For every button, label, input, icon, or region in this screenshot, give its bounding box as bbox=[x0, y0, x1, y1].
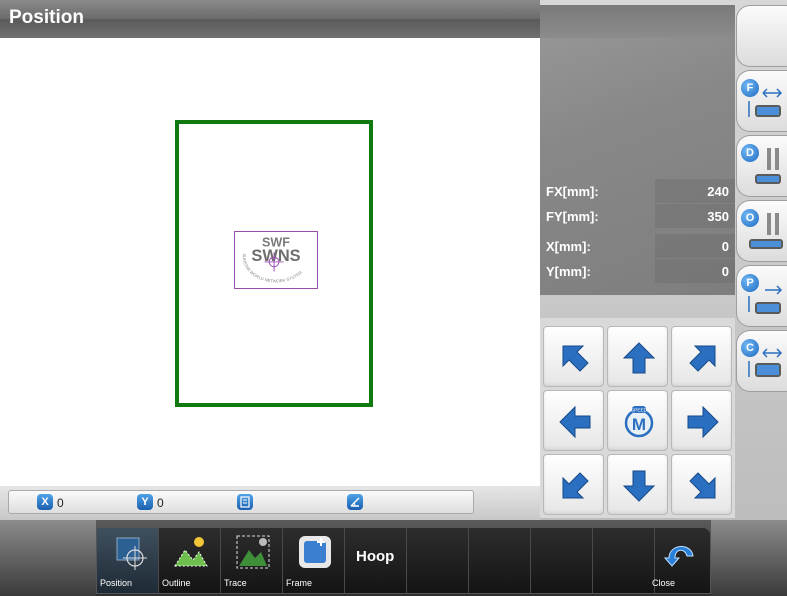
hoop-button[interactable]: Hoop bbox=[345, 528, 407, 593]
hoop-label: Hoop bbox=[356, 548, 395, 565]
move-down-button[interactable] bbox=[607, 454, 668, 515]
info-value: 350 bbox=[707, 209, 729, 224]
tool-badge: F bbox=[741, 79, 759, 97]
y-axis-icon: Y bbox=[137, 494, 153, 510]
page-title: Position bbox=[9, 7, 84, 28]
info-label: Y[mm]: bbox=[546, 264, 591, 279]
tool-frame-move-button[interactable]: F bbox=[736, 70, 787, 132]
tool-origin-button[interactable]: O bbox=[736, 200, 787, 262]
empty-slot-1[interactable] bbox=[407, 528, 469, 593]
empty-slot-4[interactable] bbox=[593, 528, 655, 593]
speed-center-letter: M bbox=[632, 415, 646, 434]
position-crosshair-icon bbox=[116, 537, 147, 570]
coordinate-bar: X 0 Y 0 bbox=[8, 490, 474, 514]
bottom-toolbar-area: Position Outline Trace Frame Hoop Close bbox=[0, 520, 787, 596]
design-preview[interactable]: SWF SWNS SUNSTAR WORLD NETWORK SYSTEM bbox=[234, 231, 318, 289]
tool-badge: C bbox=[741, 339, 759, 357]
info-label: FX[mm]: bbox=[546, 184, 599, 199]
frame-icon bbox=[299, 536, 331, 568]
arrow-down-left-icon bbox=[562, 472, 589, 499]
info-row-x: X[mm]: 0 bbox=[540, 234, 735, 258]
close-button[interactable]: Close bbox=[649, 528, 711, 593]
outline-label: Outline bbox=[162, 578, 191, 588]
arrow-down-icon bbox=[622, 470, 656, 502]
toolbar-left-cap bbox=[0, 520, 96, 596]
info-label: X[mm]: bbox=[546, 239, 591, 254]
speed-icon: M SPEED bbox=[624, 406, 654, 438]
move-down-right-button[interactable] bbox=[671, 454, 732, 515]
title-bar: Position bbox=[0, 0, 540, 38]
info-label: FY[mm]: bbox=[546, 209, 599, 224]
empty-slot-3[interactable] bbox=[531, 528, 593, 593]
x-coordinate-value: 0 bbox=[57, 496, 64, 510]
arrow-left-icon bbox=[559, 405, 591, 439]
y-coordinate-value: 0 bbox=[157, 496, 164, 510]
arrow-up-icon bbox=[622, 342, 656, 374]
move-up-left-button[interactable] bbox=[543, 326, 604, 387]
close-label: Close bbox=[652, 578, 676, 588]
arrow-up-right-icon bbox=[689, 345, 716, 372]
direction-pad: M SPEED bbox=[540, 318, 735, 518]
frame-label: Frame bbox=[286, 578, 313, 588]
position-label: Position bbox=[100, 578, 133, 588]
info-row-fy: FY[mm]: 350 bbox=[540, 204, 735, 228]
tool-position-button[interactable]: P bbox=[736, 265, 787, 327]
toolbar-right-cap bbox=[711, 520, 787, 596]
frame-button[interactable]: Frame bbox=[283, 528, 345, 593]
x-axis-icon: X bbox=[37, 494, 53, 510]
arrow-down-right-icon bbox=[689, 472, 716, 499]
info-panel: FX[mm]: 240 FY[mm]: 350 X[mm]: 0 Y[mm]: … bbox=[540, 5, 735, 295]
tool-needle-down-button[interactable]: D bbox=[736, 135, 787, 197]
arrow-right-icon bbox=[687, 405, 719, 439]
move-up-right-button[interactable] bbox=[671, 326, 732, 387]
outline-icon bbox=[174, 537, 208, 567]
tool-center-button[interactable]: C bbox=[736, 330, 787, 392]
info-panel-header bbox=[540, 5, 735, 38]
move-down-left-button[interactable] bbox=[543, 454, 604, 515]
tool-column: F D O P C bbox=[736, 5, 787, 595]
tool-badge: P bbox=[741, 274, 759, 292]
move-left-button[interactable] bbox=[543, 390, 604, 451]
trace-icon bbox=[236, 535, 270, 569]
trace-label: Trace bbox=[224, 578, 247, 588]
speed-label: SPEED bbox=[631, 408, 648, 414]
stitch-count-icon bbox=[237, 494, 253, 510]
speed-toggle-button[interactable]: M SPEED bbox=[607, 390, 668, 451]
status-strip: X 0 Y 0 bbox=[0, 486, 540, 520]
undo-arrow-icon bbox=[663, 546, 694, 567]
trace-button[interactable]: Trace bbox=[221, 528, 283, 593]
outline-button[interactable]: Outline bbox=[159, 528, 221, 593]
tool-badge: O bbox=[741, 209, 759, 227]
bottom-toolbar: Position Outline Trace Frame Hoop Close bbox=[96, 527, 711, 594]
empty-slot-2[interactable] bbox=[469, 528, 531, 593]
info-value: 240 bbox=[707, 184, 729, 199]
info-row-fx: FX[mm]: 240 bbox=[540, 179, 735, 203]
angle-icon bbox=[347, 494, 363, 510]
info-value: 0 bbox=[721, 239, 729, 254]
design-canvas[interactable]: SWF SWNS SUNSTAR WORLD NETWORK SYSTEM bbox=[0, 38, 540, 486]
move-up-button[interactable] bbox=[607, 326, 668, 387]
app-window: Position SWF SWNS SUNSTAR WORLD NETWORK … bbox=[0, 0, 787, 596]
tool-blank-button[interactable] bbox=[736, 5, 787, 67]
move-right-button[interactable] bbox=[671, 390, 732, 451]
arrow-up-left-icon bbox=[562, 345, 589, 372]
info-row-y: Y[mm]: 0 bbox=[540, 259, 735, 283]
info-value: 0 bbox=[721, 264, 729, 279]
position-button[interactable]: Position bbox=[97, 528, 159, 593]
tool-badge: D bbox=[741, 144, 759, 162]
